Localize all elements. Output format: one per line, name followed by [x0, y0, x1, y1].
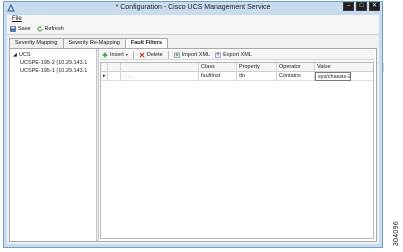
save-button[interactable]: Save — [10, 26, 31, 32]
refresh-icon — [37, 26, 42, 32]
tree-node-label: UCS — [18, 52, 31, 58]
header-indicator — [101, 63, 108, 72]
client-area: File Save Refresh Severity Mapping Sever… — [7, 15, 384, 244]
tab-severity-remapping[interactable]: Severity Re-Mapping — [62, 38, 126, 48]
app-window: * Configuration - Cisco UCS Management S… — [3, 1, 384, 248]
column-header-property[interactable]: Property — [237, 63, 277, 72]
export-icon — [215, 51, 221, 58]
refresh-button[interactable]: Refresh — [37, 26, 64, 32]
import-label: Import XML — [181, 51, 211, 58]
tree-node-ucspe-195-2[interactable]: UCSPE-195-2 (10.29.143.1 — [20, 60, 87, 66]
toolbar-divider — [132, 50, 134, 59]
save-icon — [10, 26, 16, 32]
delete-label: Delete — [146, 51, 163, 58]
import-icon — [173, 52, 180, 58]
filters-grid: Class Property Operator Value ▸ ...... f… — [100, 62, 384, 239]
title-bar: * Configuration - Cisco UCS Management S… — [4, 2, 382, 14]
header-blank — [121, 63, 199, 72]
fault-filters-panel: ◢ UCS UCSPE-195-2 (10.29.143.1 UCSPE-195-… — [9, 48, 384, 242]
close-button[interactable]: ✕ — [369, 2, 380, 11]
window-title: * Configuration - Cisco UCS Management S… — [115, 4, 271, 11]
cell-property[interactable]: dn — [237, 72, 277, 81]
column-header-class[interactable]: Class — [199, 63, 237, 72]
toolbar-divider — [167, 50, 169, 59]
panel-splitter[interactable] — [96, 49, 99, 241]
figure-id: 304096 — [393, 220, 400, 246]
cell-value-editor[interactable]: sys/chassis-2/ — [315, 72, 351, 81]
delete-icon — [139, 52, 145, 57]
refresh-label: Refresh — [44, 26, 64, 32]
main-toolbar: Save Refresh — [7, 24, 379, 35]
minimize-button[interactable]: – — [343, 2, 354, 11]
row-checkbox-cell[interactable] — [108, 72, 121, 81]
plus-icon — [102, 52, 108, 57]
tab-fault-filters[interactable]: Fault Filters — [124, 38, 169, 48]
row-placeholder-cell: ...... — [121, 72, 199, 81]
column-header-operator[interactable]: Operator — [277, 63, 315, 72]
chevron-down-icon[interactable]: ▾ — [126, 52, 128, 57]
delete-button[interactable]: Delete — [139, 52, 163, 58]
export-xml-button[interactable]: Export XML — [215, 52, 252, 58]
menu-file[interactable]: File — [12, 16, 22, 22]
header-checkbox — [108, 63, 121, 72]
import-xml-button[interactable]: Import XML — [173, 51, 211, 58]
export-label: Export XML — [223, 51, 252, 58]
tree-node-ucspe-195-1[interactable]: UCSPE-195-1 (10.29.143.1 — [20, 68, 87, 74]
maximize-button[interactable]: □ — [356, 2, 367, 11]
collapse-icon[interactable]: ◢ — [13, 52, 17, 58]
table-row[interactable]: ▸ ...... faultInst dn Contains sys/chass… — [101, 72, 373, 81]
filters-toolbar: Insert ▾ Delete Import XML Export XML — [100, 50, 374, 60]
save-label: Save — [18, 26, 31, 32]
cell-class[interactable]: faultInst — [199, 72, 237, 81]
insert-label: Insert — [110, 51, 124, 58]
ucs-tree: ◢ UCS UCSPE-195-2 (10.29.143.1 UCSPE-195-… — [12, 52, 95, 239]
menu-bar: File — [7, 15, 379, 24]
grid-header: Class Property Operator Value — [101, 63, 384, 72]
column-header-value[interactable]: Value — [315, 63, 384, 72]
cell-operator[interactable]: Contains — [277, 72, 315, 81]
filters-pane: Insert ▾ Delete Import XML Export XML Cl… — [100, 50, 384, 239]
insert-button[interactable]: Insert ▾ — [102, 52, 128, 58]
row-indicator-icon: ▸ — [101, 72, 108, 81]
tab-strip: Severity Mapping Severity Re-Mapping Fau… — [9, 38, 377, 48]
tab-severity-mapping[interactable]: Severity Mapping — [9, 38, 64, 48]
tree-node-ucs[interactable]: ◢ UCS — [13, 52, 30, 58]
